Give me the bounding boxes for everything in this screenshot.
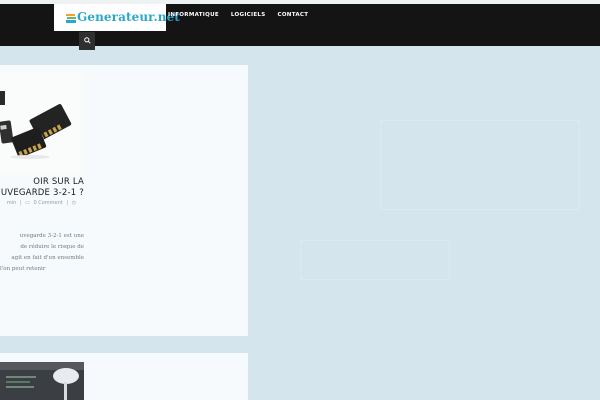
post-excerpt: uvegarde 3-2-1 est une de réduire le ris… bbox=[0, 231, 84, 275]
logo-stack-icon bbox=[66, 14, 76, 23]
nav-item-informatique[interactable]: INFORMATIQUE bbox=[168, 12, 219, 18]
post-author[interactable]: min bbox=[7, 200, 16, 206]
post-title-line2[interactable]: UVEGARDE 3-2-1 ? bbox=[0, 188, 84, 199]
post-meta: min | ▭ 0 Comment | ◷ bbox=[0, 200, 76, 206]
excerpt-line: l'on peut retenir bbox=[0, 266, 46, 272]
search-button[interactable] bbox=[79, 32, 95, 50]
post-comments[interactable]: 0 Comment bbox=[33, 200, 62, 206]
meta-separator: | bbox=[66, 200, 69, 206]
excerpt-line: agit en fait d'un ensemble bbox=[11, 255, 84, 261]
clock-icon: ◷ bbox=[71, 200, 76, 206]
post-thumbnail-sd-cards[interactable] bbox=[0, 71, 84, 175]
nav-item-contact[interactable]: CONTACT bbox=[277, 12, 308, 18]
post-title[interactable]: OIR SUR LA UVEGARDE 3-2-1 ? bbox=[0, 177, 84, 199]
meta-separator: | bbox=[19, 200, 22, 206]
search-icon bbox=[83, 37, 91, 44]
excerpt-line: uvegarde 3-2-1 est une bbox=[19, 233, 84, 239]
bg-decoration bbox=[300, 240, 450, 280]
nav-menu: INFORMATIQUE LOGICIELS CONTACT bbox=[168, 12, 320, 18]
logo-text[interactable]: Generateur.net bbox=[77, 10, 180, 24]
post-title-line1[interactable]: OIR SUR LA bbox=[0, 177, 84, 188]
post-thumbnail-desk[interactable] bbox=[0, 362, 84, 400]
excerpt-line: de réduire le risque de bbox=[20, 244, 84, 250]
nav-item-logiciels[interactable]: LOGICIELS bbox=[231, 12, 266, 18]
desk-lamp-image bbox=[0, 362, 84, 400]
bg-decoration bbox=[380, 120, 580, 210]
main-navbar: Generateur.net INFORMATIQUE LOGICIELS CO… bbox=[0, 4, 600, 50]
comment-icon: ▭ bbox=[25, 200, 30, 206]
sd-cards-image bbox=[0, 71, 84, 175]
